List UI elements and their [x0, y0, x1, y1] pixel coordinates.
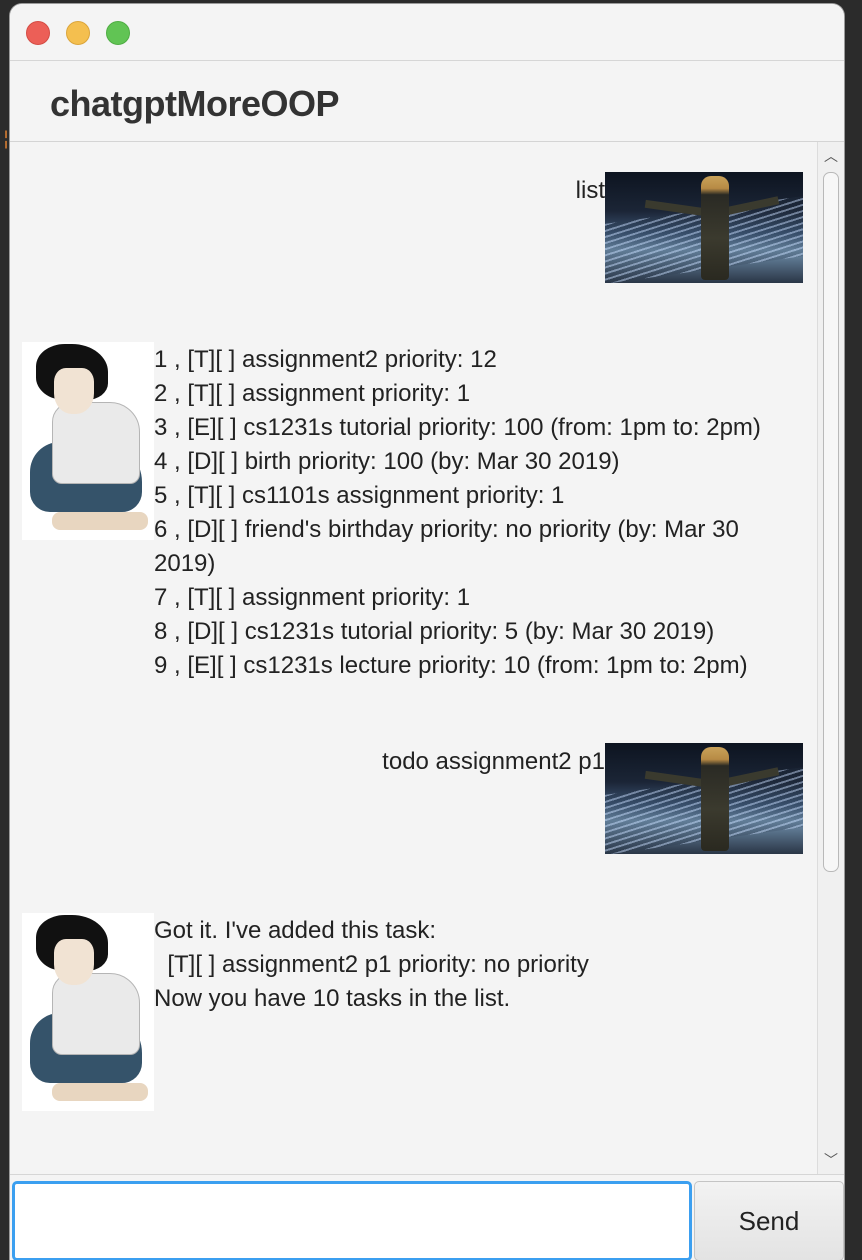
scrollbar-thumb[interactable] [823, 172, 839, 872]
title-bar [10, 4, 844, 61]
input-bar: Send [10, 1174, 844, 1260]
chevron-down-icon[interactable]: ﹀ [818, 1148, 844, 1172]
bot-message-text: 1 , [T][ ] assignment2 priority: 12 2 , … [154, 346, 761, 679]
message-input[interactable] [12, 1181, 692, 1260]
bot-message-text: Got it. I've added this task: [T][ ] ass… [154, 917, 589, 1012]
bot-avatar [22, 913, 154, 1111]
minimize-icon[interactable] [66, 21, 90, 45]
close-icon[interactable] [26, 21, 50, 45]
user-message-text: list [575, 177, 605, 204]
user-message: list [576, 174, 605, 208]
app-title: chatgptMoreOOP [50, 83, 340, 124]
dialog-container: list 1 , [T][ ] assignment2 priority: 12… [10, 142, 844, 1174]
user-avatar [605, 743, 803, 854]
maximize-icon[interactable] [106, 21, 130, 45]
chevron-up-icon[interactable]: ︿ [818, 144, 844, 168]
app-header: chatgptMoreOOP [10, 61, 844, 143]
user-message: todo assignment2 p1 [382, 745, 605, 779]
send-button[interactable]: Send [694, 1181, 844, 1260]
user-message-text: todo assignment2 p1 [382, 748, 605, 775]
user-avatar [605, 172, 803, 283]
vertical-scrollbar[interactable]: ︿ ﹀ [817, 142, 844, 1174]
bot-avatar [22, 342, 154, 540]
app-window: chatgptMoreOOP list 1 , [T][ ] assignmen… [10, 4, 844, 1260]
